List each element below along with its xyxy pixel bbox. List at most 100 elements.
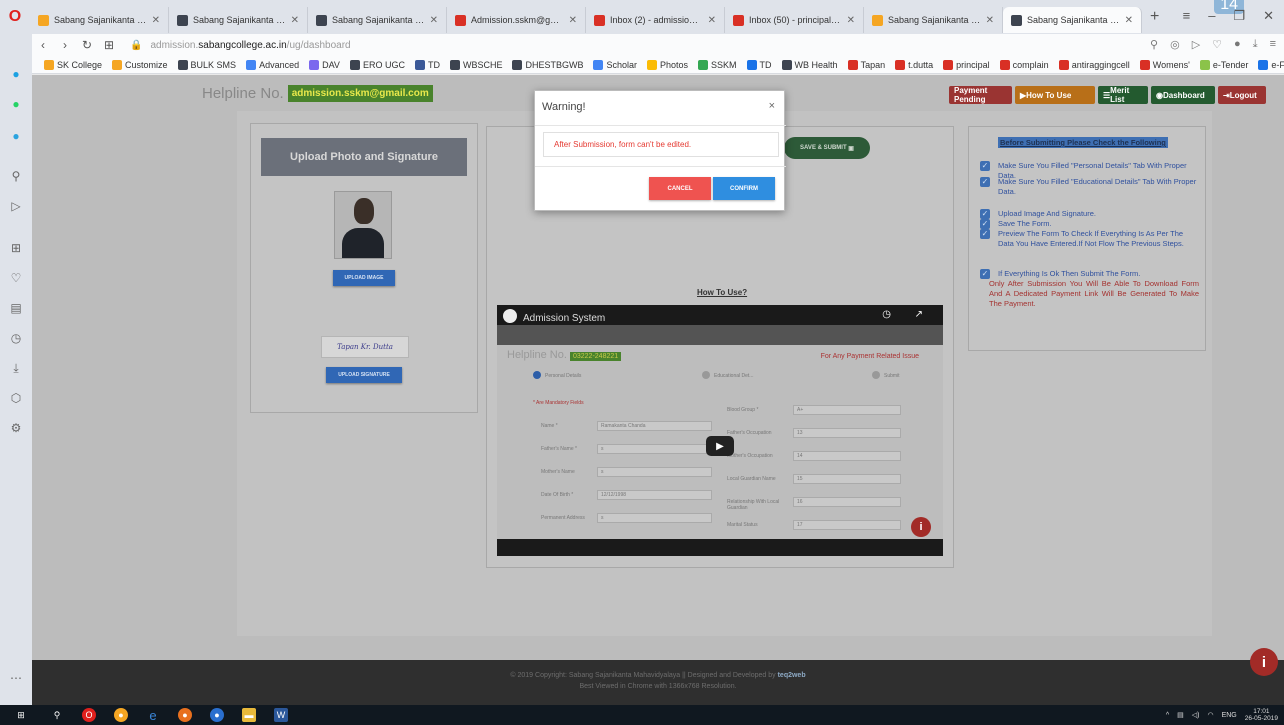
- checkbox-checked-icon[interactable]: ✓: [980, 209, 990, 219]
- file-explorer-icon[interactable]: ▬: [242, 708, 256, 722]
- firefox-icon[interactable]: ●: [178, 708, 192, 722]
- bookmark-item[interactable]: Womens': [1139, 59, 1190, 70]
- checkbox-checked-icon[interactable]: ✓: [980, 177, 990, 187]
- browser-tab[interactable]: Sabang Sajanikanta Maha ✕: [1003, 7, 1142, 33]
- speed-dial-icon[interactable]: ⊞: [6, 238, 26, 258]
- bookmark-item[interactable]: e-Filing: [1258, 59, 1284, 70]
- nav-button-dashboard[interactable]: ◉ Dashboard: [1151, 86, 1215, 104]
- bookmark-item[interactable]: WBSCHE: [449, 59, 502, 70]
- browser-tab[interactable]: Inbox (2) - admission.sskm ✕: [586, 7, 725, 33]
- download-icon[interactable]: ⤓: [1253, 38, 1258, 51]
- bookmark-item[interactable]: Customize: [112, 59, 168, 70]
- cancel-button[interactable]: CANCEL: [649, 177, 711, 200]
- bookmark-item[interactable]: SSKM: [698, 59, 737, 70]
- footer-brand-link[interactable]: teq2web: [778, 672, 806, 679]
- close-tab-icon[interactable]: ✕: [1125, 15, 1133, 26]
- bookmark-item[interactable]: WB Health: [781, 59, 838, 70]
- speed-dial-icon[interactable]: ⊞: [98, 38, 120, 52]
- tab-menu-icon[interactable]: ≡: [1183, 8, 1191, 24]
- bookmark-item[interactable]: Photos: [647, 59, 688, 70]
- opera-icon[interactable]: O: [82, 708, 96, 722]
- chevron-up-icon[interactable]: ^: [1166, 712, 1169, 719]
- browser-icon[interactable]: ●: [210, 708, 224, 722]
- close-tab-icon[interactable]: ✕: [569, 15, 577, 26]
- heart-icon[interactable]: ♡: [1212, 38, 1222, 51]
- bookmark-item[interactable]: TD: [414, 59, 440, 70]
- how-to-use-link[interactable]: How To Use?: [697, 288, 747, 297]
- close-tab-icon[interactable]: ✕: [430, 15, 438, 26]
- watch-later-icon[interactable]: ◷: [882, 309, 891, 320]
- minimize-icon[interactable]: –: [1208, 8, 1215, 24]
- tutorial-video[interactable]: Admission System Helpline No. 03222-2482…: [497, 305, 943, 556]
- search-icon[interactable]: ⚲: [1150, 38, 1158, 51]
- chrome-icon[interactable]: ●: [114, 708, 128, 722]
- gear-icon[interactable]: ⚙: [6, 418, 26, 438]
- info-icon[interactable]: i: [911, 517, 931, 537]
- bookmark-item[interactable]: principal: [943, 59, 990, 70]
- more-icon[interactable]: ⋯: [6, 668, 26, 688]
- camera-icon[interactable]: ◎: [1170, 38, 1180, 51]
- language[interactable]: ENG: [1222, 712, 1237, 719]
- bookmark-item[interactable]: Tapan: [847, 59, 885, 70]
- search-icon[interactable]: ⚲: [6, 166, 26, 186]
- close-icon[interactable]: ✕: [1263, 8, 1274, 24]
- new-tab-button[interactable]: +: [1150, 8, 1159, 26]
- upload-image-button[interactable]: UPLOAD IMAGE: [333, 270, 395, 286]
- bookmark-item[interactable]: DAV: [309, 59, 340, 70]
- windows-start-icon[interactable]: ⊞: [14, 708, 28, 722]
- checkbox-checked-icon[interactable]: ✓: [980, 229, 990, 239]
- bookmark-item[interactable]: t.dutta: [895, 59, 933, 70]
- play-icon[interactable]: ▶: [706, 436, 734, 456]
- bookmark-item[interactable]: ERO UGC: [349, 59, 405, 70]
- back-icon[interactable]: ‹: [32, 38, 54, 52]
- network-icon[interactable]: ▤: [1177, 711, 1184, 719]
- browser-tab[interactable]: Sabang Sajanikanta Maha ✕: [308, 7, 447, 33]
- clock[interactable]: 17:01 26-05-2019: [1245, 708, 1278, 722]
- whatsapp-icon[interactable]: ●: [6, 94, 26, 114]
- word-icon[interactable]: W: [274, 708, 288, 722]
- wifi-icon[interactable]: ◠: [1207, 711, 1213, 719]
- download-icon[interactable]: ⤓: [6, 358, 26, 378]
- browser-tab[interactable]: Admission.sskm@gmail.co ✕: [447, 7, 586, 33]
- close-tab-icon[interactable]: ✕: [847, 15, 855, 26]
- bookmark-item[interactable]: e-Tender: [1199, 59, 1248, 70]
- upload-signature-button[interactable]: UPLOAD SIGNATURE: [326, 367, 402, 383]
- messenger-icon[interactable]: ●: [6, 64, 26, 84]
- browser-tab[interactable]: Sabang Sajanikanta Maha ✕: [169, 7, 308, 33]
- forward-icon[interactable]: ›: [54, 38, 76, 52]
- bookmark-item[interactable]: antiraggingcell: [1058, 59, 1130, 70]
- nav-button-merit-list[interactable]: ☰ Merit List: [1098, 86, 1148, 104]
- bookmark-item[interactable]: complain: [999, 59, 1049, 70]
- close-tab-icon[interactable]: ✕: [152, 15, 160, 26]
- url-field[interactable]: admission.sabangcollege.ac.in/ug/dashboa…: [150, 40, 350, 51]
- reload-icon[interactable]: ↻: [76, 38, 98, 52]
- confirm-button[interactable]: CONFIRM: [713, 177, 775, 200]
- bookmark-item[interactable]: DHESTBGWB: [512, 59, 583, 70]
- extension-icon[interactable]: ●: [1234, 38, 1241, 51]
- news-icon[interactable]: ▤: [6, 298, 26, 318]
- bookmark-item[interactable]: Advanced: [246, 59, 299, 70]
- nav-button-how-to-use[interactable]: ▶ How To Use: [1015, 86, 1095, 104]
- browser-tab[interactable]: Inbox (50) - principal.sskm ✕: [725, 7, 864, 33]
- checkbox-checked-icon[interactable]: ✓: [980, 269, 990, 279]
- nav-button-payment-pending[interactable]: Payment Pending: [949, 86, 1012, 104]
- history-icon[interactable]: ◷: [6, 328, 26, 348]
- bookmark-item[interactable]: SK College: [44, 59, 102, 70]
- close-tab-icon[interactable]: ✕: [986, 15, 994, 26]
- bookmark-item[interactable]: BULK SMS: [177, 59, 236, 70]
- save-submit-button[interactable]: SAVE & SUBMIT ▣: [784, 137, 870, 159]
- close-tab-icon[interactable]: ✕: [708, 15, 716, 26]
- edge-icon[interactable]: e: [146, 708, 160, 723]
- share-icon[interactable]: ↗: [915, 309, 923, 320]
- checkbox-checked-icon[interactable]: ✓: [980, 219, 990, 229]
- close-icon[interactable]: ×: [769, 100, 775, 112]
- send-icon[interactable]: ▷: [6, 196, 26, 216]
- restore-icon[interactable]: ❐: [1233, 8, 1245, 24]
- checkbox-checked-icon[interactable]: ✓: [980, 161, 990, 171]
- send-icon[interactable]: ▷: [1192, 38, 1200, 51]
- volume-icon[interactable]: ◁): [1192, 711, 1200, 719]
- menu-icon[interactable]: ≡: [1270, 38, 1276, 51]
- cube-icon[interactable]: ⬡: [6, 388, 26, 408]
- search-icon[interactable]: ⚲: [50, 708, 64, 722]
- info-icon[interactable]: i: [1250, 648, 1278, 676]
